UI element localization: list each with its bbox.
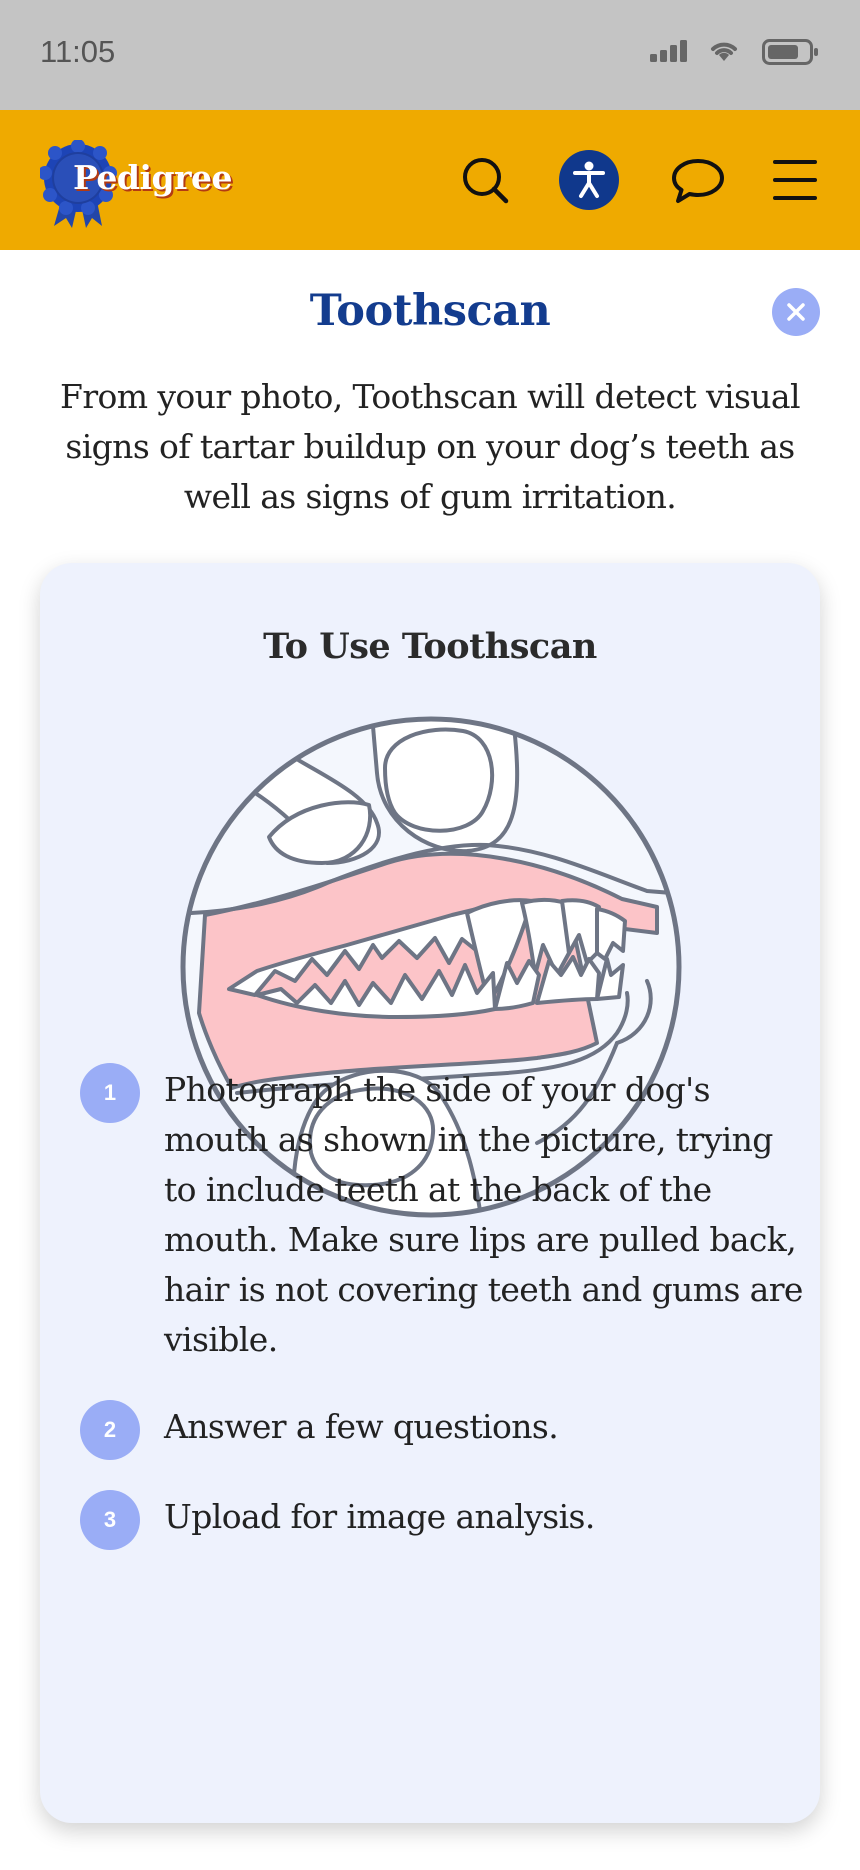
close-button[interactable] bbox=[772, 288, 820, 336]
step-number-badge: 2 bbox=[80, 1400, 140, 1460]
step-text: Answer a few questions. bbox=[164, 1407, 559, 1446]
intro-text: From your photo, Toothscan will detect v… bbox=[60, 377, 801, 516]
step-text: Upload for image analysis. bbox=[164, 1497, 595, 1536]
page-title: Toothscan bbox=[309, 286, 551, 336]
status-bar: 11:05 bbox=[0, 0, 860, 110]
chat-icon[interactable] bbox=[668, 150, 728, 210]
instructions-card: To Use Toothscan 1 Photograph the side o… bbox=[40, 563, 820, 1823]
pedigree-logo[interactable]: Pedigree bbox=[40, 140, 240, 230]
logo-wordmark: Pedigree bbox=[73, 158, 233, 197]
close-icon bbox=[787, 303, 805, 321]
search-icon[interactable] bbox=[455, 150, 515, 210]
step-number-badge: 3 bbox=[80, 1490, 140, 1550]
accessibility-icon[interactable] bbox=[559, 150, 619, 210]
signal-icon bbox=[650, 40, 690, 66]
card-title: To Use Toothscan bbox=[263, 626, 597, 667]
site-header: Pedigree bbox=[0, 110, 860, 250]
step-text: Photograph the side of your dog's mouth … bbox=[164, 1070, 803, 1359]
wifi-icon bbox=[708, 38, 740, 66]
status-time: 11:05 bbox=[40, 34, 116, 69]
step-number-badge: 1 bbox=[80, 1063, 140, 1123]
battery-icon bbox=[762, 39, 820, 69]
menu-icon[interactable] bbox=[765, 150, 825, 210]
